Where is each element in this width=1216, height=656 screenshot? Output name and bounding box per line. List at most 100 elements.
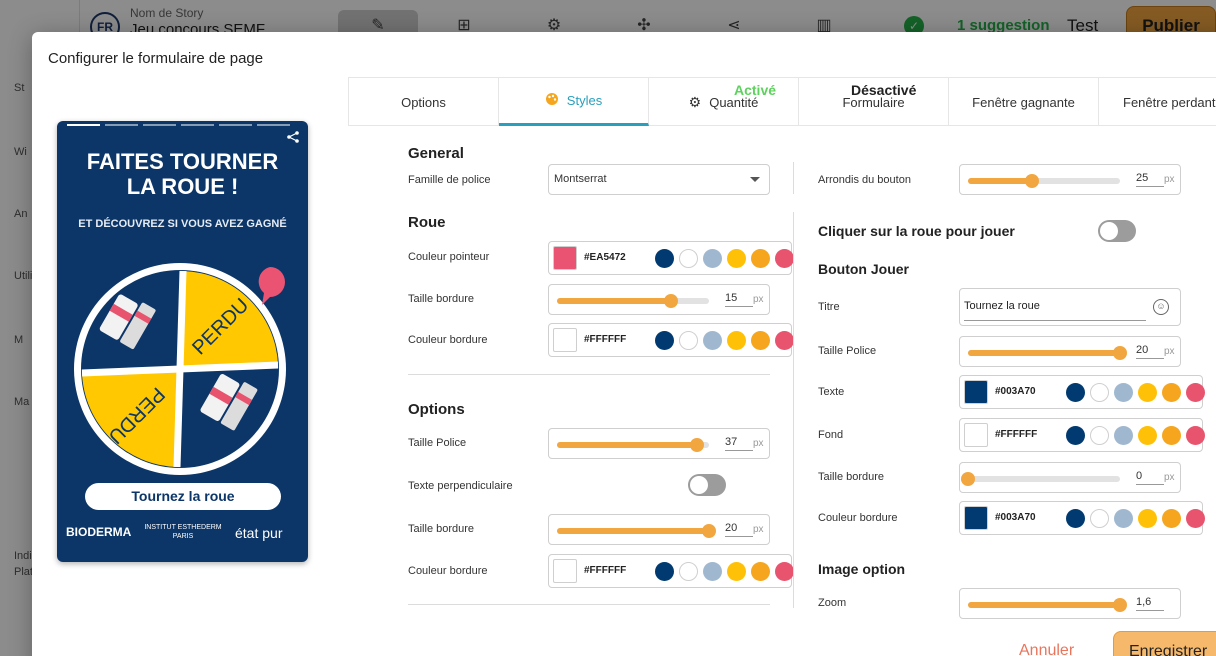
roue-border-size-slider[interactable]: 15 px bbox=[548, 284, 770, 315]
share-icon[interactable] bbox=[287, 131, 299, 146]
palette-color-dot[interactable] bbox=[703, 249, 722, 268]
palette-color-dot[interactable] bbox=[727, 249, 746, 268]
section-roue-title: Roue bbox=[408, 214, 446, 231]
play-font-size-slider[interactable]: 20 px bbox=[959, 336, 1181, 367]
save-button[interactable]: Enregistrer bbox=[1113, 631, 1216, 656]
button-radius-slider[interactable]: 25 px bbox=[959, 164, 1181, 195]
palette-color-dot[interactable] bbox=[655, 331, 674, 350]
slider-value[interactable]: 37 bbox=[725, 436, 753, 451]
options-border-size-slider[interactable]: 20 px bbox=[548, 514, 770, 545]
color-hex: #003A70 bbox=[995, 512, 1036, 523]
palette-color-dot[interactable] bbox=[1066, 426, 1085, 445]
slider-value[interactable]: 1,6 bbox=[1136, 596, 1164, 611]
section-play-button-title: Bouton Jouer bbox=[818, 261, 909, 277]
color-swatch[interactable] bbox=[553, 559, 577, 583]
slider-value[interactable]: 0 bbox=[1136, 470, 1164, 485]
palette-color-dot[interactable] bbox=[751, 331, 770, 350]
section-image-option-title: Image option bbox=[818, 561, 906, 577]
palette-color-dot[interactable] bbox=[655, 562, 674, 581]
click-wheel-toggle[interactable] bbox=[1098, 220, 1136, 242]
border-size-label: Taille bordure bbox=[408, 523, 475, 535]
palette-color-dot[interactable] bbox=[1066, 383, 1085, 402]
pointer-color-picker[interactable]: #EA5472 bbox=[548, 241, 794, 275]
slider-handle[interactable] bbox=[702, 524, 716, 538]
palette-color-dot[interactable] bbox=[1090, 509, 1109, 528]
section-general-title: General bbox=[408, 145, 464, 162]
color-swatch[interactable] bbox=[553, 328, 577, 352]
unit-label: px bbox=[753, 524, 764, 535]
perpendicular-text-toggle[interactable] bbox=[688, 474, 726, 496]
palette-color-dot[interactable] bbox=[727, 562, 746, 581]
tab-options[interactable]: Options bbox=[349, 78, 499, 126]
slider-value[interactable]: 25 bbox=[1136, 172, 1164, 187]
palette-color-dot[interactable] bbox=[703, 562, 722, 581]
palette-color-dot[interactable] bbox=[1138, 383, 1157, 402]
palette-color-dot[interactable] bbox=[1162, 383, 1181, 402]
palette-color-dot[interactable] bbox=[679, 249, 698, 268]
emoji-icon[interactable]: ☺ bbox=[1153, 299, 1169, 315]
border-color-label: Couleur bordure bbox=[818, 512, 898, 524]
button-title-input[interactable]: Tournez la roue ☺ bbox=[959, 288, 1181, 326]
palette-color-dot[interactable] bbox=[775, 331, 794, 350]
palette-color-dot[interactable] bbox=[775, 562, 794, 581]
palette-color-dot[interactable] bbox=[1186, 383, 1205, 402]
palette-color-dot[interactable] bbox=[1186, 509, 1205, 528]
palette-color-dot[interactable] bbox=[727, 331, 746, 350]
tab-fenetre-perdante[interactable]: Fenêtre perdante bbox=[1099, 78, 1216, 126]
text-color-label: Texte bbox=[818, 386, 845, 398]
slider-handle[interactable] bbox=[961, 472, 975, 486]
spin-wheel-button[interactable]: Tournez la roue bbox=[85, 483, 281, 510]
palette-color-dot[interactable] bbox=[1138, 426, 1157, 445]
text-color-picker[interactable]: #003A70 bbox=[959, 375, 1205, 409]
tab-quantite[interactable]: ⚙ Quantité bbox=[649, 78, 799, 126]
tab-fenetre-gagnante[interactable]: Fenêtre gagnante bbox=[949, 78, 1099, 126]
tab-styles[interactable]: Styles bbox=[499, 78, 649, 126]
palette-color-dot[interactable] bbox=[1090, 426, 1109, 445]
palette-color-dot[interactable] bbox=[775, 249, 794, 268]
cancel-button[interactable]: Annuler bbox=[1019, 642, 1074, 656]
slider-handle[interactable] bbox=[1025, 174, 1039, 188]
color-hex: #FFFFFF bbox=[584, 334, 627, 345]
slider-value[interactable]: 20 bbox=[1136, 344, 1164, 359]
color-hex: #FFFFFF bbox=[995, 429, 1038, 440]
color-swatch[interactable] bbox=[964, 380, 988, 404]
play-border-color-picker[interactable]: #003A70 bbox=[959, 501, 1205, 535]
background-color-picker[interactable]: #FFFFFF bbox=[959, 418, 1205, 452]
palette-color-dot[interactable] bbox=[751, 562, 770, 581]
palette-color-dot[interactable] bbox=[1162, 509, 1181, 528]
palette-color-dot[interactable] bbox=[655, 249, 674, 268]
wheel-graphic[interactable]: PERDU PERDU bbox=[70, 261, 302, 475]
slider-handle[interactable] bbox=[1113, 598, 1127, 612]
options-font-size-slider[interactable]: 37 px bbox=[548, 428, 770, 459]
palette-color-dot[interactable] bbox=[1066, 509, 1085, 528]
slider-value[interactable]: 15 bbox=[725, 292, 753, 307]
palette-color-dot[interactable] bbox=[679, 562, 698, 581]
slider-handle[interactable] bbox=[664, 294, 678, 308]
palette-color-dot[interactable] bbox=[1162, 426, 1181, 445]
palette-color-dot[interactable] bbox=[1114, 509, 1133, 528]
color-swatch[interactable] bbox=[964, 423, 988, 447]
palette-color-dot[interactable] bbox=[1090, 383, 1109, 402]
palette-color-dot[interactable] bbox=[1186, 426, 1205, 445]
color-swatch[interactable] bbox=[553, 246, 577, 270]
palette-color-dot[interactable] bbox=[703, 331, 722, 350]
zoom-slider[interactable]: 1,6 bbox=[959, 588, 1181, 619]
border-color-label: Couleur bordure bbox=[408, 565, 488, 577]
play-border-size-slider[interactable]: 0 px bbox=[959, 462, 1181, 493]
roue-border-color-picker[interactable]: #FFFFFF bbox=[548, 323, 794, 357]
tab-label: Fenêtre perdante bbox=[1123, 94, 1216, 110]
border-color-label: Couleur bordure bbox=[408, 334, 488, 346]
slider-handle[interactable] bbox=[690, 438, 704, 452]
button-title-value: Tournez la roue bbox=[964, 300, 1040, 312]
slider-value[interactable]: 20 bbox=[725, 522, 753, 537]
palette-color-dot[interactable] bbox=[1114, 383, 1133, 402]
color-swatch[interactable] bbox=[964, 506, 988, 530]
palette-color-dot[interactable] bbox=[751, 249, 770, 268]
palette-color-dot[interactable] bbox=[1114, 426, 1133, 445]
font-family-select[interactable]: Montserrat bbox=[548, 164, 770, 195]
unit-label: px bbox=[1164, 346, 1175, 357]
palette-color-dot[interactable] bbox=[1138, 509, 1157, 528]
palette-color-dot[interactable] bbox=[679, 331, 698, 350]
slider-handle[interactable] bbox=[1113, 346, 1127, 360]
options-border-color-picker[interactable]: #FFFFFF bbox=[548, 554, 794, 588]
